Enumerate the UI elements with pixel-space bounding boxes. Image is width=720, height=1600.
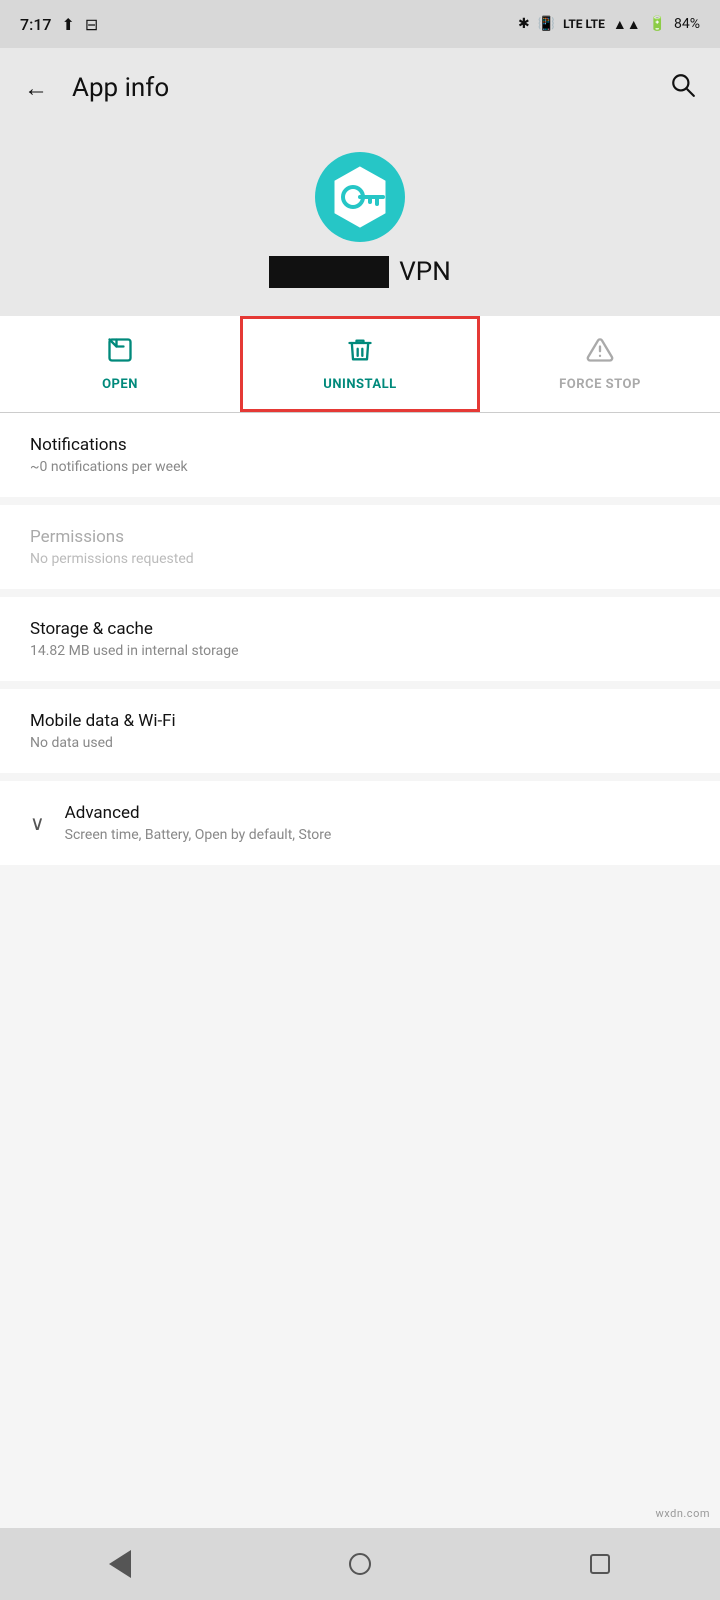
app-name-row: VPN xyxy=(269,256,451,288)
page-title: App info xyxy=(72,73,169,103)
app-name-suffix: VPN xyxy=(399,257,451,287)
permissions-item[interactable]: Permissions No permissions requested xyxy=(0,505,720,589)
upload-icon: ⬆ xyxy=(62,15,75,34)
mobile-data-title: Mobile data & Wi-Fi xyxy=(30,711,690,731)
permissions-title: Permissions xyxy=(30,527,690,547)
mobile-data-item[interactable]: Mobile data & Wi-Fi No data used xyxy=(0,689,720,773)
status-time: 7:17 xyxy=(20,15,52,34)
advanced-text: Advanced Screen time, Battery, Open by d… xyxy=(65,803,690,843)
uninstall-label: UNINSTALL xyxy=(323,377,396,392)
back-button[interactable]: ← xyxy=(24,74,48,103)
bluetooth-icon: ✱ xyxy=(518,16,530,32)
app-name-redacted xyxy=(269,256,389,288)
empty-space xyxy=(0,873,720,1528)
notifications-title: Notifications xyxy=(30,435,690,455)
advanced-title: Advanced xyxy=(65,803,690,823)
content-list: Notifications ~0 notifications per week … xyxy=(0,413,720,1528)
action-buttons-row: OPEN UNINSTALL FORCE STOP xyxy=(0,316,720,413)
storage-subtitle: 14.82 MB used in internal storage xyxy=(30,643,690,659)
mobile-data-subtitle: No data used xyxy=(30,735,690,751)
open-icon xyxy=(106,336,134,371)
uninstall-icon xyxy=(346,336,374,371)
top-bar-left: ← App info xyxy=(24,73,169,103)
storage-title: Storage & cache xyxy=(30,619,690,639)
status-right: ✱ 📳 LTE LTE ▲▲ 🔋 84% xyxy=(518,16,700,33)
status-bar: 7:17 ⬆ ⊟ ✱ 📳 LTE LTE ▲▲ 🔋 84% xyxy=(0,0,720,48)
watermark: wxdn.com xyxy=(656,1507,710,1520)
bottom-nav xyxy=(0,1528,720,1600)
usb-icon: ⊟ xyxy=(85,15,98,34)
search-button[interactable] xyxy=(670,72,696,105)
advanced-subtitle: Screen time, Battery, Open by default, S… xyxy=(65,827,690,843)
permissions-subtitle: No permissions requested xyxy=(30,551,690,567)
force-stop-label: FORCE STOP xyxy=(559,377,641,392)
home-nav-button[interactable] xyxy=(335,1539,385,1589)
app-icon xyxy=(315,152,405,242)
battery-level: 84% xyxy=(674,16,700,32)
notifications-item[interactable]: Notifications ~0 notifications per week xyxy=(0,413,720,497)
force-stop-button[interactable]: FORCE STOP xyxy=(480,316,720,412)
chevron-down-icon: ∨ xyxy=(30,811,45,835)
recents-square-icon xyxy=(590,1554,610,1574)
app-header: VPN xyxy=(0,128,720,316)
open-label: OPEN xyxy=(102,377,138,392)
storage-item[interactable]: Storage & cache 14.82 MB used in interna… xyxy=(0,597,720,681)
back-nav-button[interactable] xyxy=(95,1539,145,1589)
home-circle-icon xyxy=(349,1553,371,1575)
vibrate-icon: 📳 xyxy=(538,16,555,32)
lte-icon: LTE LTE xyxy=(563,17,605,31)
advanced-item[interactable]: ∨ Advanced Screen time, Battery, Open by… xyxy=(0,781,720,865)
notifications-subtitle: ~0 notifications per week xyxy=(30,459,690,475)
open-button[interactable]: OPEN xyxy=(0,316,240,412)
uninstall-button[interactable]: UNINSTALL xyxy=(240,316,480,412)
status-left: 7:17 ⬆ ⊟ xyxy=(20,15,98,34)
back-triangle-icon xyxy=(109,1550,131,1578)
signal-icon: ▲▲ xyxy=(613,16,641,33)
top-bar: ← App info xyxy=(0,48,720,128)
warning-icon xyxy=(586,336,614,371)
battery-icon: 🔋 xyxy=(649,16,666,32)
recents-nav-button[interactable] xyxy=(575,1539,625,1589)
